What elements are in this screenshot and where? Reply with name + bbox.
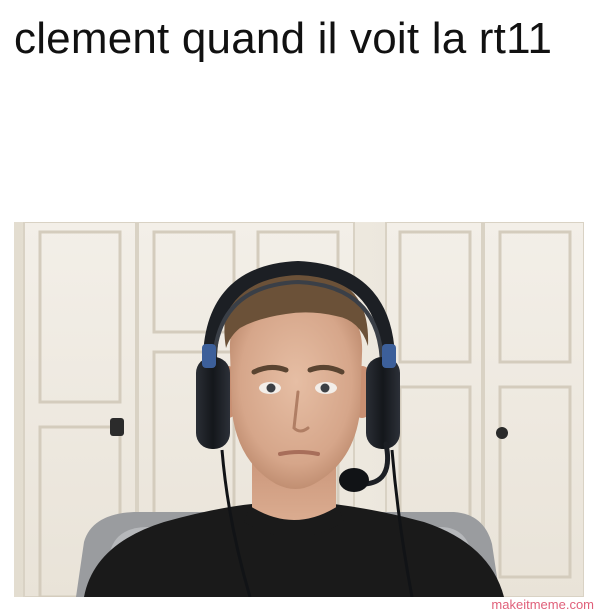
door-handle-icon xyxy=(110,418,124,436)
meme-caption: clement quand il voit la rt11 xyxy=(14,14,553,63)
microphone-icon xyxy=(339,468,369,492)
door-knob-icon xyxy=(496,427,508,439)
headset-right-cup xyxy=(366,357,400,449)
meme-photo xyxy=(14,222,584,597)
headset-left-cup xyxy=(196,357,230,449)
watermark: makeitmeme.com xyxy=(491,597,594,612)
